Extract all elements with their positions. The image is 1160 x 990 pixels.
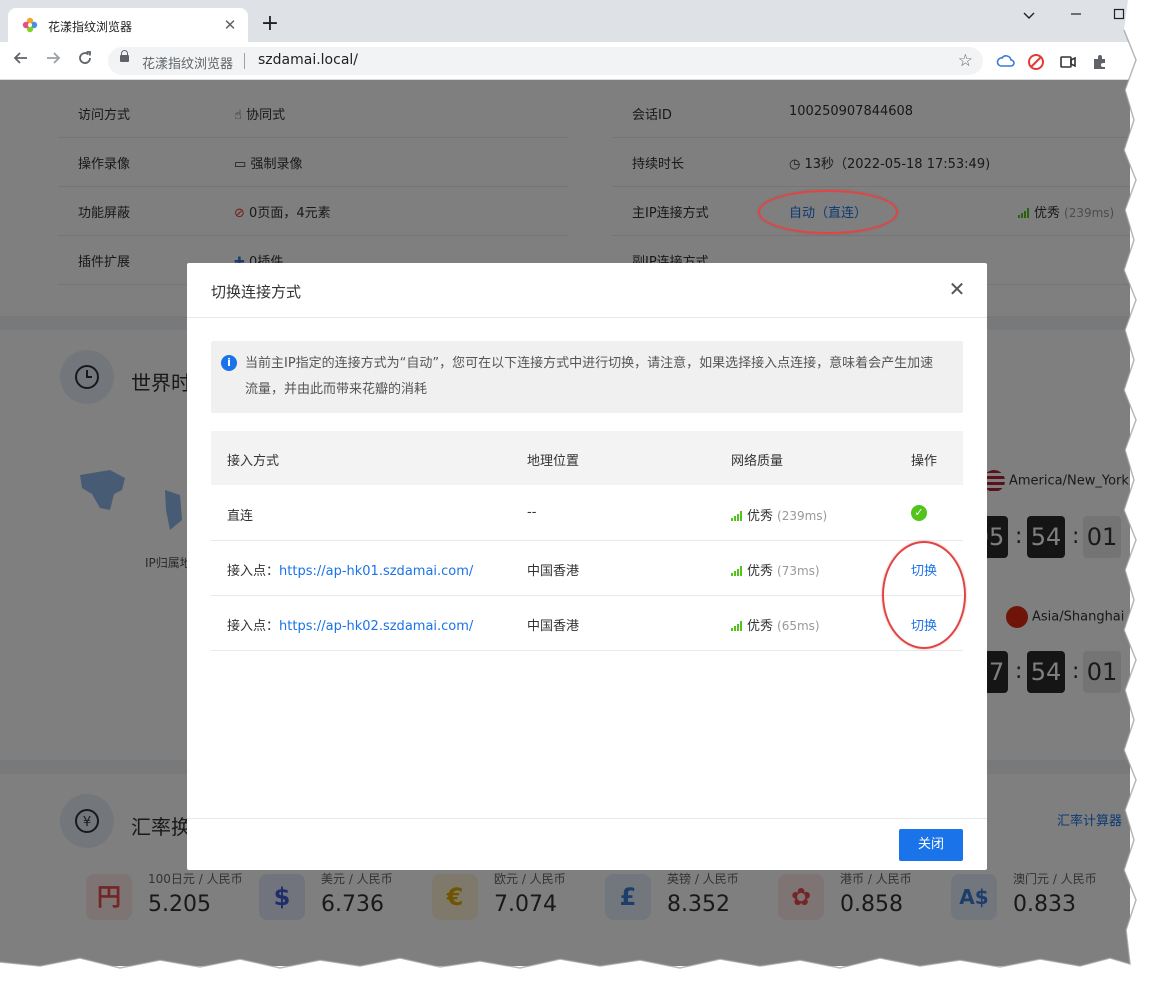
column-header: 网络质量 [731, 454, 784, 469]
tab-title: 花漾指纹浏览器 [48, 20, 133, 34]
annotation-ellipse-switch [882, 541, 966, 649]
block-extension-icon[interactable] [1026, 52, 1046, 72]
dialog-footer: 关闭 [187, 818, 987, 871]
column-header: 接入方式 [227, 454, 280, 469]
method-prefix: 接入点： [227, 619, 280, 634]
puzzle-extensions-icon[interactable] [1090, 52, 1110, 72]
cloud-extension-icon[interactable] [996, 52, 1016, 72]
lock-icon [120, 50, 129, 62]
info-icon: i [221, 355, 237, 371]
dialog-header: 切换连接方式 ✕ [187, 263, 987, 318]
record-extension-icon[interactable] [1058, 52, 1078, 72]
column-header: 地理位置 [527, 454, 580, 469]
location-cell: 中国香港 [527, 619, 580, 634]
check-circle-icon: ✓ [911, 505, 927, 521]
table-header: 接入方式 地理位置 网络质量 操作 [211, 431, 963, 485]
browser-tab[interactable]: 花漾指纹浏览器 ✕ [8, 8, 248, 42]
table-row: 接入点：https://ap-hk02.szdamai.com/ 中国香港 优秀… [211, 596, 963, 651]
minimize-icon[interactable] [1064, 6, 1088, 26]
access-point-link[interactable]: https://ap-hk01.szdamai.com/ [279, 564, 473, 579]
address-separator [244, 53, 245, 69]
table-row: 接入点：https://ap-hk01.szdamai.com/ 中国香港 优秀… [211, 541, 963, 596]
annotation-ellipse-main-ip [758, 190, 898, 234]
bookmark-star-icon[interactable]: ☆ [958, 51, 973, 71]
new-tab-button[interactable]: + [258, 13, 282, 37]
browser-toolbar: 花漾指纹浏览器 szdamai.local/ ☆ [0, 42, 1130, 80]
location-cell: -- [527, 505, 537, 520]
alert-text: 当前主IP指定的连接方式为“自动”，您可在以下连接方式中进行切换，请注意，如果选… [245, 356, 934, 397]
column-header: 操作 [911, 454, 938, 469]
dialog-title: 切换连接方式 [211, 283, 302, 301]
latency-text: (73ms) [777, 564, 820, 578]
back-arrow-icon[interactable] [10, 50, 32, 72]
method-prefix: 接入点： [227, 564, 280, 579]
access-point-link[interactable]: https://ap-hk02.szdamai.com/ [279, 619, 473, 634]
quality-cell: 优秀 (239ms) [731, 505, 827, 524]
quality-cell: 优秀 (73ms) [731, 560, 820, 579]
screenshot-stage: 花漾指纹浏览器 ✕ + 花漾指纹浏览器 szdamai.local/ ☆ 切换连… [0, 0, 1130, 966]
url-text[interactable]: szdamai.local/ [258, 52, 358, 68]
quality-cell: 优秀 (65ms) [731, 615, 820, 634]
signal-icon [731, 566, 743, 576]
quality-text: 优秀 [747, 564, 774, 579]
maximize-icon[interactable] [1107, 6, 1130, 26]
close-icon[interactable]: ✕ [945, 277, 969, 301]
signal-icon [731, 621, 743, 631]
forward-arrow-icon[interactable] [42, 50, 64, 72]
switch-connection-dialog: 切换连接方式 ✕ i 当前主IP指定的连接方式为“自动”，您可在以下连接方式中进… [187, 263, 987, 870]
method-cell: 接入点：https://ap-hk02.szdamai.com/ [227, 615, 473, 634]
info-alert: i 当前主IP指定的连接方式为“自动”，您可在以下连接方式中进行切换，请注意，如… [211, 341, 963, 413]
reload-icon[interactable] [74, 50, 96, 72]
method-cell: 接入点：https://ap-hk01.szdamai.com/ [227, 560, 473, 579]
signal-icon [731, 511, 743, 521]
quality-text: 优秀 [747, 619, 774, 634]
method-cell: 直连 [227, 509, 254, 524]
flower-logo-icon [22, 17, 38, 33]
site-name: 花漾指纹浏览器 [142, 57, 234, 72]
quality-text: 优秀 [747, 509, 774, 524]
latency-text: (239ms) [777, 509, 828, 523]
close-button[interactable]: 关闭 [899, 829, 963, 861]
tab-search-icon[interactable] [1017, 6, 1041, 26]
address-bar[interactable]: 花漾指纹浏览器 szdamai.local/ ☆ [108, 47, 983, 75]
table-row: 直连 -- 优秀 (239ms) ✓ [211, 486, 963, 541]
latency-text: (65ms) [777, 619, 820, 633]
tab-close-icon[interactable]: ✕ [220, 15, 240, 35]
browser-tab-strip: 花漾指纹浏览器 ✕ + [0, 0, 1130, 42]
location-cell: 中国香港 [527, 564, 580, 579]
